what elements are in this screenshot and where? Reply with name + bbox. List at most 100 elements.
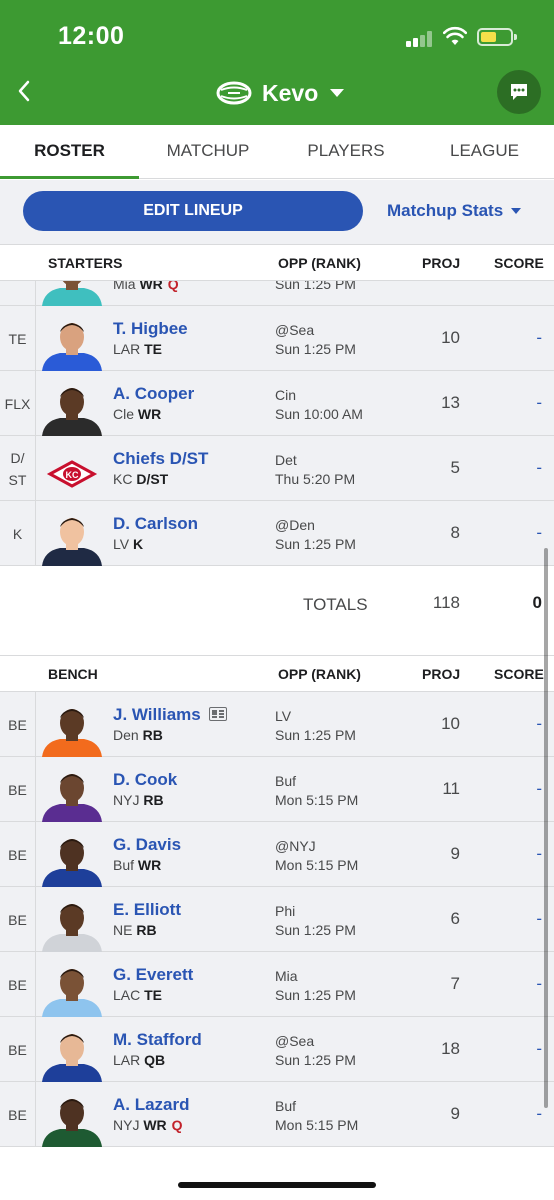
score-value[interactable]: - xyxy=(500,909,542,929)
team-logo-icon: KC xyxy=(38,448,106,501)
score-value[interactable]: - xyxy=(500,974,542,994)
score-value[interactable]: - xyxy=(500,1039,542,1059)
tab-league[interactable]: LEAGUE xyxy=(415,125,554,179)
game-time: Sun 1:25 PM xyxy=(275,987,356,1003)
football-icon xyxy=(216,81,252,105)
player-name-link[interactable]: T. Higbee xyxy=(113,319,188,339)
player-row[interactable]: Mia WRQSun 1:25 PM- xyxy=(0,280,554,306)
score-value[interactable]: - xyxy=(500,714,542,734)
lineup-slot[interactable]: BE xyxy=(0,952,36,1017)
team-selector[interactable]: Kevo xyxy=(216,78,345,108)
lineup-slot[interactable]: K xyxy=(0,501,36,566)
player-name-link[interactable]: J. Williams xyxy=(113,705,227,725)
lineup-slot[interactable]: BE xyxy=(0,1017,36,1082)
game-time: Sun 1:25 PM xyxy=(275,280,356,292)
score-value[interactable]: - xyxy=(500,779,542,799)
lineup-slot[interactable]: BE xyxy=(0,692,36,757)
player-name: A. Lazard xyxy=(113,1095,190,1114)
matchup-stats-dropdown[interactable]: Matchup Stats xyxy=(387,201,522,221)
edit-lineup-button[interactable]: EDIT LINEUP xyxy=(23,191,363,231)
player-name: G. Everett xyxy=(113,965,194,984)
opponent: LV xyxy=(275,708,292,724)
player-row[interactable]: BE D. Cook NYJ RB Buf Mon 5:15 PM 11 - xyxy=(0,757,554,822)
player-photo xyxy=(38,280,106,306)
player-name-link[interactable]: G. Davis xyxy=(113,835,181,855)
player-name-link[interactable]: G. Everett xyxy=(113,965,193,985)
player-row[interactable]: BE G. Everett LAC TE Mia Sun 1:25 PM 7 - xyxy=(0,952,554,1017)
svg-text:KC: KC xyxy=(66,470,79,480)
player-position: WR xyxy=(143,1117,167,1133)
player-name-link[interactable]: D. Cook xyxy=(113,770,177,790)
game-time: Sun 10:00 AM xyxy=(275,406,363,422)
player-name-link[interactable]: E. Elliott xyxy=(113,900,181,920)
tab-players[interactable]: PLAYERS xyxy=(277,125,415,179)
projected-points: 8 xyxy=(450,523,460,542)
score-value[interactable]: - xyxy=(500,328,542,348)
lineup-slot[interactable]: FLX xyxy=(0,371,36,436)
player-position: TE xyxy=(144,341,163,357)
score-value[interactable]: - xyxy=(500,1104,542,1124)
player-name-link[interactable]: A. Cooper xyxy=(113,384,194,404)
game-time: Mon 5:15 PM xyxy=(275,792,359,808)
player-name: D. Cook xyxy=(113,770,178,789)
player-team: LAR xyxy=(113,341,141,357)
lineup-slot[interactable]: D/ ST xyxy=(0,436,36,501)
player-position: RB xyxy=(142,727,163,743)
player-team-position: Buf WR xyxy=(113,857,161,873)
starters-label: STARTERS xyxy=(48,255,123,271)
tab-matchup[interactable]: MATCHUP xyxy=(139,125,277,179)
score-value[interactable]: - xyxy=(500,523,542,543)
player-name-link[interactable]: D. Carlson xyxy=(113,514,198,534)
opponent: Mia xyxy=(275,968,298,984)
player-team-position: NE RB xyxy=(113,922,157,938)
news-icon[interactable] xyxy=(208,707,227,721)
home-indicator[interactable] xyxy=(178,1182,376,1188)
chat-button[interactable] xyxy=(497,70,541,114)
score-value[interactable]: - xyxy=(500,393,542,413)
projected-points: 10 xyxy=(441,328,460,347)
player-row[interactable]: BE J. Williams Den RB LV Sun 1:25 PM 10 - xyxy=(0,692,554,757)
player-name-link[interactable]: Chiefs D/ST xyxy=(113,449,208,469)
injury-status-badge: Q xyxy=(167,280,179,292)
game-time: Sun 1:25 PM xyxy=(275,922,356,938)
lineup-slot[interactable]: TE xyxy=(0,306,36,371)
lineup-slot[interactable]: BE xyxy=(0,887,36,952)
lineup-slot[interactable]: BE xyxy=(0,757,36,822)
player-row[interactable]: BE G. Davis Buf WR @NYJ Mon 5:15 PM 9 - xyxy=(0,822,554,887)
battery-icon xyxy=(477,28,517,46)
opponent: Det xyxy=(275,452,297,468)
team-name: Kevo xyxy=(262,79,319,106)
player-row[interactable]: D/ ST KC Chiefs D/ST KC D/ST Det Thu 5:20 PM 5… xyxy=(0,436,554,501)
player-row[interactable]: K D. Carlson LV K @Den Sun 1:25 PM 8 - xyxy=(0,501,554,566)
player-name-link[interactable]: A. Lazard xyxy=(113,1095,190,1115)
action-bar: EDIT LINEUP Matchup Stats xyxy=(0,180,554,245)
player-row[interactable]: BE E. Elliott NE RB Phi Sun 1:25 PM 6 - xyxy=(0,887,554,952)
player-team-position: NYJ RB xyxy=(113,792,164,808)
player-row[interactable]: BE A. Lazard NYJ WR Q Buf Mon 5:15 PM 9 - xyxy=(0,1082,554,1147)
score-column-header: SCORE xyxy=(494,255,544,271)
tab-roster[interactable]: ROSTER xyxy=(0,125,139,179)
player-position: K xyxy=(132,536,144,552)
projected-points: 9 xyxy=(450,1104,460,1123)
scrollbar[interactable] xyxy=(544,548,548,1108)
score-value[interactable]: - xyxy=(500,844,542,864)
lineup-slot[interactable] xyxy=(0,280,36,306)
proj-column-header: PROJ xyxy=(422,255,461,271)
starters-header: STARTERS OPP (RANK) PROJ SCORE xyxy=(0,245,554,281)
game-time: Sun 1:25 PM xyxy=(275,536,356,552)
projected-points: 5 xyxy=(450,458,460,477)
player-row[interactable]: TE T. Higbee LAR TE @Sea Sun 1:25 PM 10 - xyxy=(0,306,554,371)
lineup-slot[interactable]: BE xyxy=(0,822,36,887)
chevron-down-icon xyxy=(511,208,522,214)
player-position: WR xyxy=(137,406,162,422)
player-row[interactable]: FLX A. Cooper Cle WR Cin Sun 10:00 AM 13 - xyxy=(0,371,554,436)
bench-header: BENCH OPP (RANK) PROJ SCORE xyxy=(0,656,554,692)
player-name-link[interactable]: M. Stafford xyxy=(113,1030,202,1050)
player-row[interactable]: BE M. Stafford LAR QB @Sea Sun 1:25 PM 18 - xyxy=(0,1017,554,1082)
back-chevron-icon[interactable] xyxy=(14,78,36,104)
player-name: G. Davis xyxy=(113,835,182,854)
player-team-position: LAR TE xyxy=(113,341,162,357)
score-value[interactable]: - xyxy=(500,458,542,478)
lineup-slot[interactable]: BE xyxy=(0,1082,36,1147)
opponent: @Sea xyxy=(275,322,315,338)
